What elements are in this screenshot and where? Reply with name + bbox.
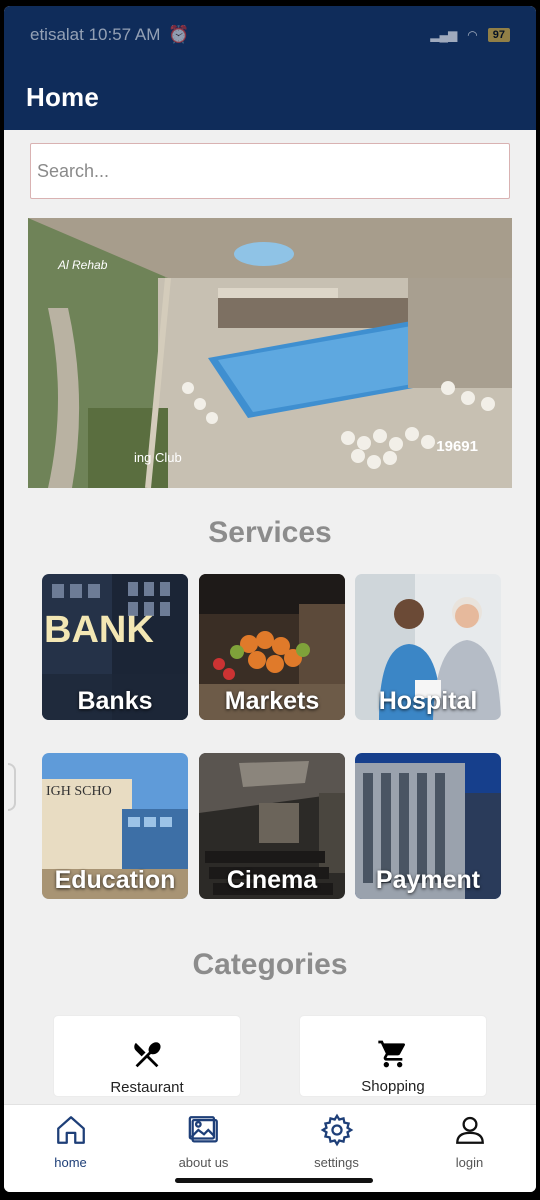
service-tile-cinema[interactable]: Cinema [199,753,345,899]
battery-indicator: 97 [487,28,510,42]
carrier-time: etisalat 10:57 AM [30,25,161,44]
person-icon [455,1116,484,1144]
service-tile-payment[interactable]: Payment [355,753,501,899]
category-label-restaurant: Restaurant [110,1079,184,1096]
app-screen: etisalat 10:57 AM ⏰ ▂▄▆ ◠ 97 Home Search… [4,6,536,1192]
nav-home[interactable]: home [4,1105,137,1192]
service-label-banks: Banks [77,687,153,715]
service-label-cinema: Cinema [226,866,318,894]
service-tile-banks[interactable]: BANK Banks [42,574,188,720]
categories-heading: Categories [192,948,348,981]
nav-label-settings: settings [314,1155,359,1170]
banner-hotline: 19691 [436,438,478,455]
service-label-payment: Payment [375,866,481,894]
category-label-shopping: Shopping [361,1078,425,1095]
svg-text:BANK: BANK [44,609,154,651]
gear-icon [320,1113,353,1147]
wifi-icon: ◠ [467,28,478,42]
category-card-shopping[interactable]: Shopping [300,1016,486,1096]
service-label-markets: Markets [224,687,320,715]
service-tile-markets[interactable]: Markets [199,574,345,720]
category-card-restaurant[interactable]: Restaurant [54,1016,240,1096]
side-drawer-handle[interactable] [8,763,16,811]
service-tile-education[interactable]: IGH SCHO Education [42,753,188,899]
search-input[interactable] [37,160,509,182]
service-tile-hospital[interactable]: Hospital [355,574,501,720]
alarm-icon: ⏰ [168,25,190,44]
nav-label-about-us: about us [178,1155,229,1170]
signal-icon: ▂▄▆ [430,28,458,42]
status-right: ▂▄▆ ◠ 97 [430,28,510,42]
restaurant-icon [134,1042,161,1068]
app-bar: Home [4,64,536,130]
home-indicator [175,1178,373,1183]
image-icon [188,1116,218,1143]
services-heading: Services [208,516,332,549]
banner-caption: ing Club [134,450,182,465]
service-label-education: Education [54,866,176,894]
nav-label-home: home [54,1155,87,1170]
svg-text:IGH SCHO: IGH SCHO [46,784,112,799]
banner-logo: Al Rehab [58,258,108,272]
nav-label-login: login [455,1155,484,1170]
home-icon [56,1116,85,1144]
status-left: etisalat 10:57 AM ⏰ [30,25,190,45]
status-bar: etisalat 10:57 AM ⏰ ▂▄▆ ◠ 97 [4,6,536,64]
search-box[interactable] [30,143,510,199]
cart-icon [378,1040,406,1068]
page-title: Home [26,81,100,112]
service-label-hospital: Hospital [378,687,478,715]
promo-banner[interactable]: Al Rehab ing Club 19691 [28,218,512,488]
nav-login[interactable]: login [403,1105,536,1192]
